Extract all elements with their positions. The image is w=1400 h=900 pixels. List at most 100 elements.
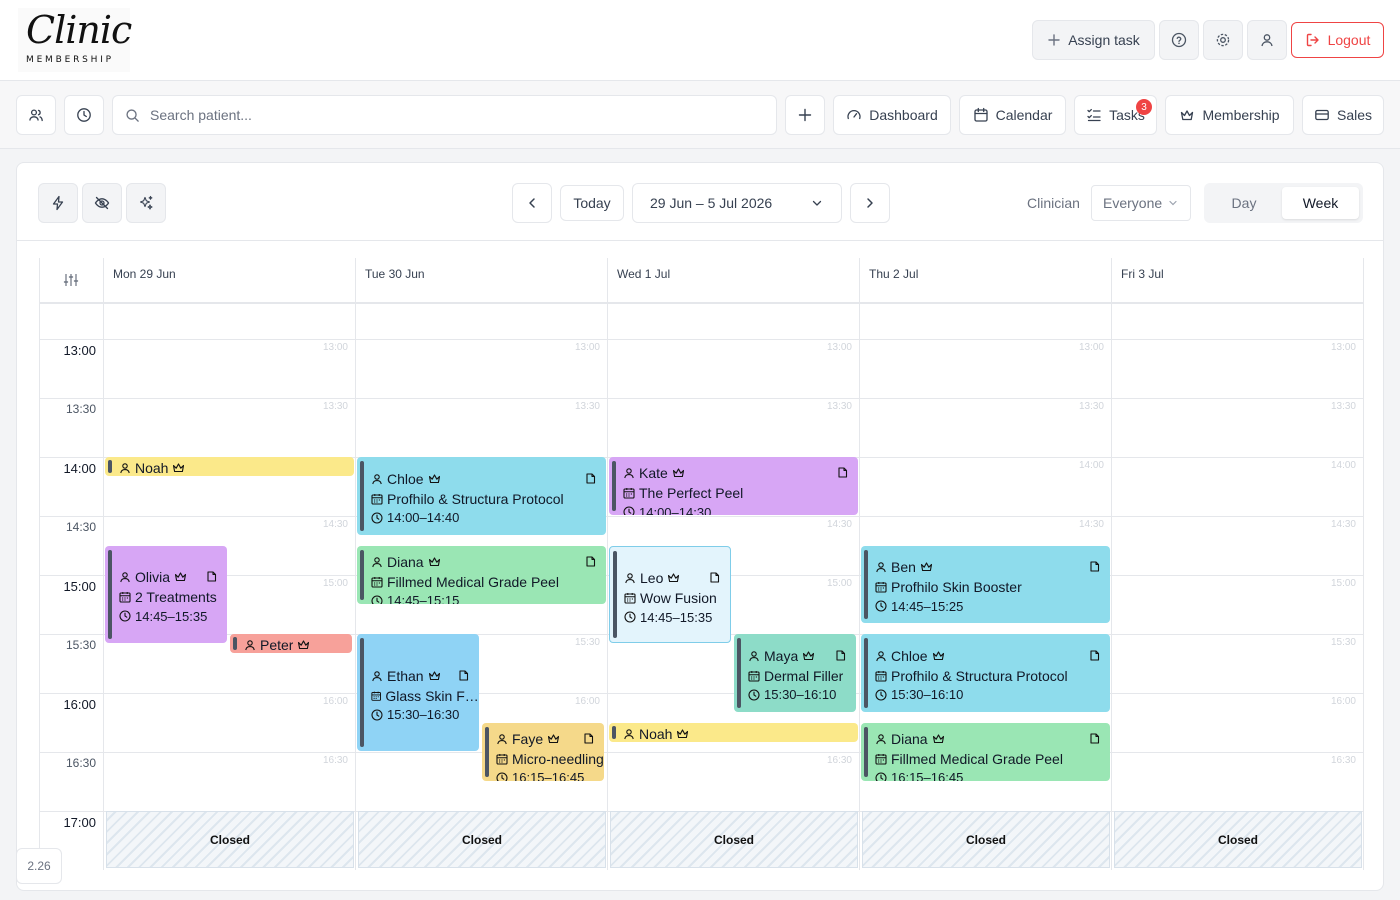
appointment-card[interactable]: Peter (230, 634, 352, 653)
appointment-card[interactable]: Noah (609, 722, 858, 742)
settings-button[interactable] (1203, 20, 1243, 60)
appointment-color-bar (485, 726, 489, 777)
chevron-down-icon (1169, 200, 1177, 206)
view-day-button[interactable]: Day (1204, 183, 1284, 223)
next-week-button[interactable] (850, 183, 890, 223)
crown-icon (298, 640, 310, 650)
appointment-card[interactable]: Maya Dermal Filler 15:30–16:10 (734, 634, 856, 712)
sliders-icon (63, 274, 79, 286)
note-button[interactable] (835, 650, 846, 661)
magic-button[interactable] (126, 183, 166, 223)
patient-name: Ben (891, 559, 916, 576)
appointment-time: 14:45–15:35 (640, 609, 713, 625)
assign-task-button[interactable]: Assign task (1032, 20, 1155, 60)
user-icon (372, 670, 382, 681)
calendar-icon (875, 582, 887, 593)
note-icon (1090, 561, 1100, 572)
nav-dashboard[interactable]: Dashboard (833, 95, 951, 135)
plus-icon (798, 108, 812, 122)
column-line (607, 258, 608, 870)
closed-block: Closed (610, 811, 858, 868)
logout-button[interactable]: Logout (1291, 22, 1384, 58)
tasks-count-badge: 3 (1136, 99, 1152, 115)
search-patient-input[interactable] (150, 107, 750, 123)
treatment-name: Glass Skin Facial (385, 687, 479, 704)
search-patient-field[interactable] (112, 95, 777, 135)
note-button[interactable] (585, 555, 596, 567)
calendar-icon (371, 493, 383, 505)
appointment-card[interactable]: Chloe Profhilo & Structura Protocol 15:30–… (861, 634, 1110, 712)
note-button[interactable] (1089, 732, 1100, 744)
calendar-icon (371, 691, 382, 701)
nav-membership[interactable]: Membership (1165, 95, 1294, 135)
patient-name: Chloe (891, 647, 928, 664)
patient-row: Noah (623, 724, 858, 742)
today-button[interactable]: Today (560, 185, 624, 221)
patient-row: Peter (244, 635, 352, 653)
crown-icon (677, 728, 689, 738)
note-icon (207, 571, 217, 582)
appointment-card[interactable]: Ben Profhilo Skin Booster 14:45–15:25 (861, 545, 1110, 624)
add-button[interactable] (785, 95, 825, 135)
appointment-card[interactable]: Ethan Glass Skin Facial 15:30–16:30 (357, 634, 479, 751)
nav-sales[interactable]: Sales (1302, 95, 1384, 135)
grid-settings-button[interactable] (39, 258, 104, 302)
patient-row: Diana (875, 729, 1110, 749)
clinician-select[interactable]: Everyone (1091, 185, 1191, 221)
appointment-time: 14:00–14:40 (387, 510, 460, 526)
appointment-card[interactable]: Diana Fillmed Medical Grade Peel 16:15–16:… (861, 722, 1110, 781)
closed-block: Closed (862, 811, 1110, 868)
note-button[interactable] (1089, 650, 1100, 661)
note-button[interactable] (583, 732, 594, 744)
appointment-card[interactable]: Chloe Profhilo & Structura Protocol 14:00–… (357, 457, 606, 535)
slot-time-hint: 16:30 (1330, 755, 1356, 766)
date-range-dropdown[interactable]: 29 Jun – 5 Jul 2026 (632, 183, 842, 223)
note-button[interactable] (206, 571, 217, 582)
profile-button[interactable] (1247, 20, 1287, 60)
patient-name: Diana (891, 730, 928, 747)
patient-row: Chloe (875, 646, 1110, 666)
patient-name: Noah (639, 725, 673, 742)
history-button[interactable] (64, 95, 104, 135)
logo-script: Clinic (26, 8, 132, 52)
slot-time-hint: 13:30 (1078, 401, 1104, 412)
patient-name: Diana (387, 553, 424, 570)
appointment-time: 14:45–15:25 (891, 598, 964, 614)
patient-row: Diana (371, 552, 606, 572)
slot-time-hint: 14:30 (826, 519, 852, 530)
slot-time-hint: 13:00 (574, 342, 600, 353)
column-line (859, 258, 860, 870)
time-label: 15:30 (65, 638, 96, 652)
appointment-color-bar (108, 460, 112, 473)
date-range-label: 29 Jun – 5 Jul 2026 (650, 195, 773, 211)
note-button[interactable] (458, 669, 469, 681)
hide-button[interactable] (82, 183, 122, 223)
appointment-card[interactable]: Noah (105, 457, 354, 476)
crown-icon (1181, 110, 1194, 121)
slot-time-hint: 15:30 (1330, 637, 1356, 648)
nav-calendar[interactable]: Calendar (959, 95, 1066, 135)
note-button[interactable] (709, 572, 720, 583)
appointment-card[interactable]: Olivia 2 Treatments 14:45–15:35 (105, 545, 227, 643)
note-button[interactable] (837, 467, 848, 478)
user-icon (120, 463, 130, 474)
appointment-card[interactable]: Diana Fillmed Medical Grade Peel 14:45–15:… (357, 545, 606, 604)
prev-week-button[interactable] (512, 183, 552, 223)
quick-action-button[interactable] (38, 183, 78, 223)
view-week-button[interactable]: Week (1282, 187, 1359, 219)
appointment-card[interactable]: Faye Micro-needling 16:15–16:45 (482, 722, 604, 781)
note-button[interactable] (1089, 561, 1100, 572)
patients-button[interactable] (16, 95, 56, 135)
appointment-card[interactable]: Kate The Perfect Peel 14:00–14:30 (609, 457, 858, 515)
clinic-logo[interactable]: Clinic MEMBERSHIP (18, 8, 132, 72)
appointment-time: 15:30–16:10 (891, 687, 964, 703)
help-button[interactable] (1159, 20, 1199, 60)
appointment-time: 16:15–16:45 (512, 770, 585, 781)
slot-time-hint: 16:00 (322, 696, 348, 707)
slot-time-hint: 14:30 (322, 519, 348, 530)
time-row: 16:15–16:45 (496, 769, 604, 781)
note-button[interactable] (585, 473, 596, 484)
appointment-color-bar (864, 726, 868, 777)
time-label: 16:00 (63, 697, 96, 712)
appointment-card[interactable]: Leo Wow Fusion 14:45–15:35 (609, 545, 731, 643)
